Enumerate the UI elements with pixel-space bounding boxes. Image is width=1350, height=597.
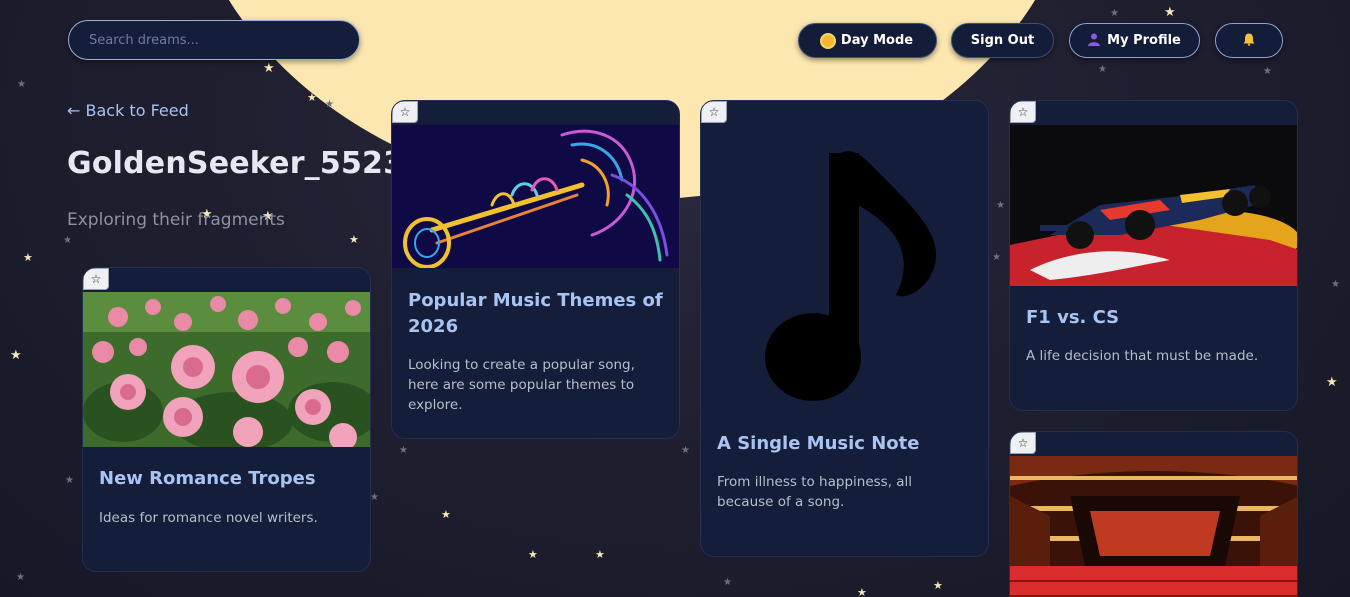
search-input[interactable] bbox=[68, 20, 360, 60]
page-subtitle: Exploring their fragments bbox=[67, 210, 285, 230]
star-icon: ★ bbox=[1098, 64, 1107, 75]
day-mode-button[interactable]: Day Mode bbox=[798, 23, 937, 58]
star-icon: ★ bbox=[349, 233, 359, 246]
star-icon: ★ bbox=[595, 548, 605, 561]
star-icon: ★ bbox=[23, 251, 33, 264]
star-icon: ★ bbox=[16, 572, 25, 583]
fragment-card[interactable]: ☆ bbox=[1009, 431, 1298, 597]
fragment-card[interactable]: ☆ New Romance Tropes Ideas for romance n… bbox=[82, 267, 371, 572]
star-icon: ★ bbox=[263, 61, 275, 76]
card-description: Ideas for romance novel writers. bbox=[99, 510, 318, 526]
fragment-card[interactable]: ☆ F1 vs. CS A life decision that must be… bbox=[1009, 100, 1298, 411]
bookmark-star-button[interactable]: ☆ bbox=[392, 101, 418, 123]
star-icon: ★ bbox=[996, 200, 1005, 211]
card-image-theatre bbox=[1010, 456, 1297, 597]
star-icon: ★ bbox=[1326, 375, 1338, 390]
star-icon: ★ bbox=[10, 348, 22, 363]
star-icon: ★ bbox=[65, 475, 74, 486]
day-mode-label: Day Mode bbox=[840, 33, 914, 48]
card-image-trumpet-player bbox=[392, 125, 679, 268]
my-profile-button[interactable]: My Profile bbox=[1069, 23, 1200, 58]
star-icon: ★ bbox=[1164, 5, 1176, 20]
star-icon: ★ bbox=[933, 579, 943, 592]
my-profile-label: My Profile bbox=[1107, 33, 1181, 48]
card-title: New Romance Tropes bbox=[99, 468, 316, 489]
card-description: From illness to happiness, all because o… bbox=[717, 474, 913, 510]
star-icon: ★ bbox=[63, 235, 72, 246]
star-icon: ★ bbox=[1110, 8, 1119, 19]
music-note-icon bbox=[701, 125, 988, 425]
bookmark-star-button[interactable]: ☆ bbox=[701, 101, 727, 123]
card-description: A life decision that must be made. bbox=[1026, 348, 1259, 364]
star-icon: ★ bbox=[681, 445, 690, 456]
sign-out-button[interactable]: Sign Out bbox=[951, 23, 1054, 58]
sign-out-label: Sign Out bbox=[970, 33, 1035, 48]
fragment-card[interactable]: ☆ Popular Music Themes of 2026 Looking t… bbox=[391, 100, 680, 439]
star-icon: ★ bbox=[723, 577, 732, 588]
card-image-roses bbox=[83, 292, 370, 447]
star-icon: ★ bbox=[857, 586, 867, 597]
bookmark-star-button[interactable]: ☆ bbox=[1010, 432, 1036, 454]
star-icon: ★ bbox=[399, 445, 408, 456]
card-title: F1 vs. CS bbox=[1026, 307, 1120, 328]
star-icon: ★ bbox=[441, 508, 451, 521]
page-title: GoldenSeeker_5523 bbox=[67, 146, 405, 181]
bookmark-star-button[interactable]: ☆ bbox=[1010, 101, 1036, 123]
bell-icon bbox=[1243, 33, 1255, 49]
card-description: Looking to create a popular song, here a… bbox=[408, 357, 635, 413]
star-icon: ★ bbox=[528, 548, 538, 561]
star-icon: ★ bbox=[307, 91, 317, 104]
star-icon: ★ bbox=[370, 492, 379, 503]
star-icon: ★ bbox=[992, 252, 1001, 263]
card-title: A Single Music Note bbox=[717, 433, 920, 454]
card-title: Popular Music Themes of 2026 bbox=[408, 290, 663, 337]
star-icon: ★ bbox=[1331, 279, 1340, 290]
sun-icon bbox=[821, 34, 834, 47]
star-icon: ★ bbox=[17, 79, 26, 90]
fragment-card[interactable]: ☆ A Single Music Note From illness to ha… bbox=[700, 100, 989, 557]
bookmark-star-button[interactable]: ☆ bbox=[83, 268, 109, 290]
star-icon: ★ bbox=[325, 99, 334, 110]
person-icon bbox=[1088, 33, 1101, 49]
back-to-feed-link[interactable]: ← Back to Feed bbox=[67, 101, 189, 120]
star-icon: ★ bbox=[1263, 66, 1272, 77]
notifications-button[interactable] bbox=[1215, 23, 1283, 58]
card-image-f1-car bbox=[1010, 125, 1297, 286]
